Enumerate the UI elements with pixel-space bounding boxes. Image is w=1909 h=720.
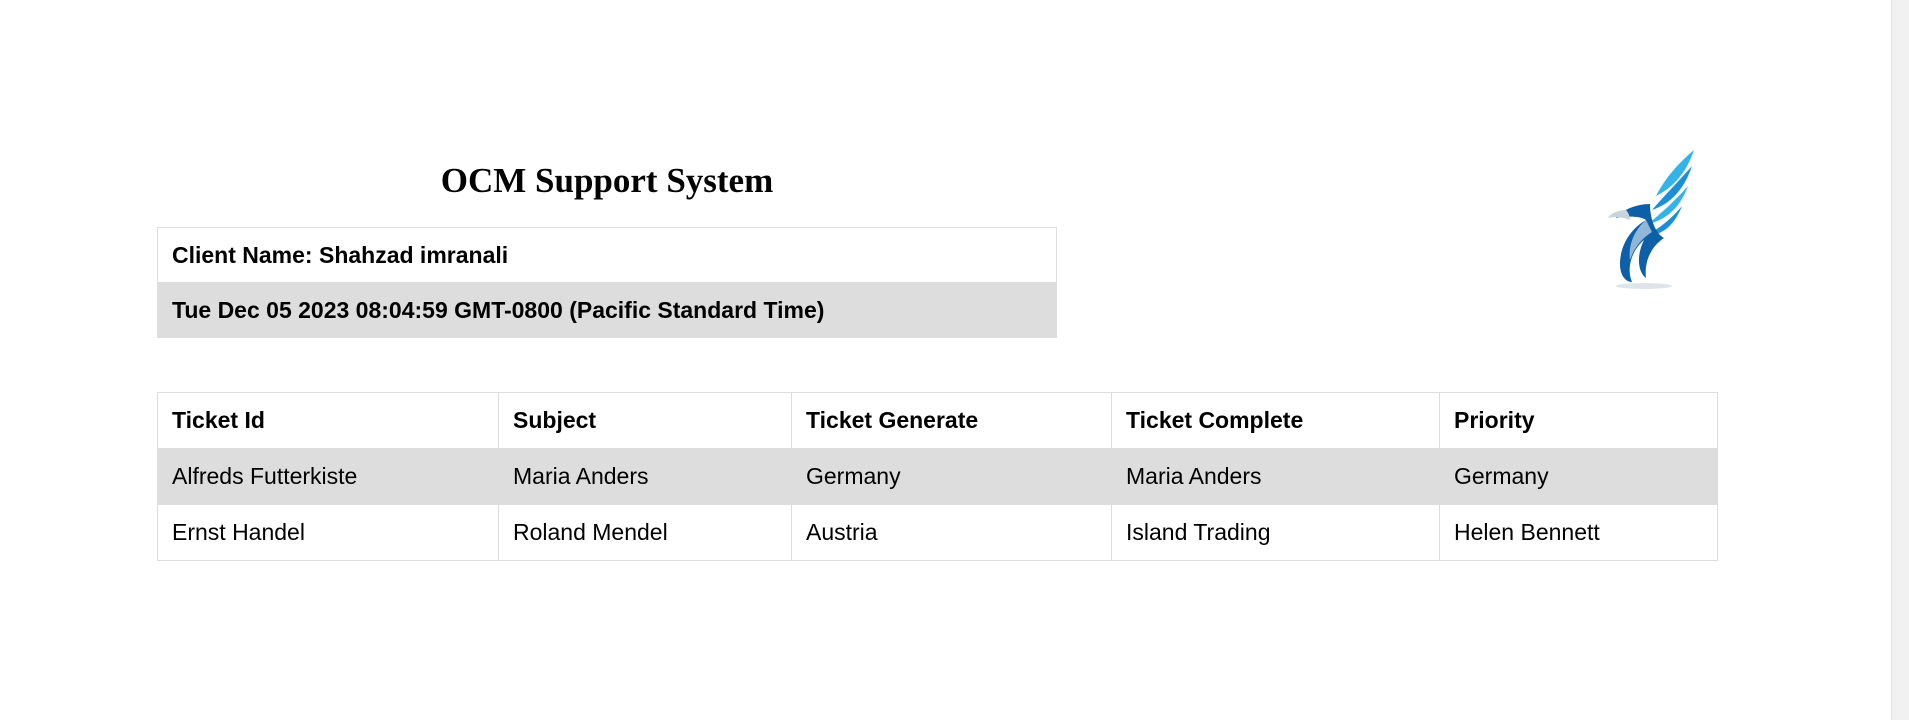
column-header-subject: Subject [498,392,792,449]
client-info-table: Client Name: Shahzad imranali Tue Dec 05… [157,227,1057,338]
table-row: Ernst Handel Roland Mendel Austria Islan… [157,504,1718,561]
table-row: Alfreds Futterkiste Maria Anders Germany… [157,448,1718,505]
window-edge-strip [1891,0,1909,720]
client-name-row: Client Name: Shahzad imranali [157,227,1057,283]
eagle-wing-logo-icon [1608,150,1694,289]
report-datetime: Tue Dec 05 2023 08:04:59 GMT-0800 (Pacif… [157,282,1057,338]
header-block: OCM Support System Client Name: Shahzad … [157,155,1057,338]
cell-ticket-id: Alfreds Futterkiste [157,448,499,505]
tickets-table: Ticket Id Subject Ticket Generate Ticket… [157,392,1718,561]
cell-ticket-id: Ernst Handel [157,504,499,561]
column-header-ticket-generate: Ticket Generate [791,392,1112,449]
cell-ticket-generate: Germany [791,448,1112,505]
cell-subject: Maria Anders [498,448,792,505]
page: OCM Support System Client Name: Shahzad … [0,0,1909,720]
cell-ticket-generate: Austria [791,504,1112,561]
column-header-priority: Priority [1439,392,1718,449]
column-header-ticket-complete: Ticket Complete [1111,392,1440,449]
cell-priority: Germany [1439,448,1718,505]
table-header-row: Ticket Id Subject Ticket Generate Ticket… [157,392,1718,449]
datetime-row: Tue Dec 05 2023 08:04:59 GMT-0800 (Pacif… [157,282,1057,338]
client-name: Client Name: Shahzad imranali [157,227,1057,283]
page-title: OCM Support System [440,161,774,200]
cell-ticket-complete: Island Trading [1111,504,1440,561]
cell-subject: Roland Mendel [498,504,792,561]
column-header-ticket-id: Ticket Id [157,392,499,449]
cell-priority: Helen Bennett [1439,504,1718,561]
cell-ticket-complete: Maria Anders [1111,448,1440,505]
